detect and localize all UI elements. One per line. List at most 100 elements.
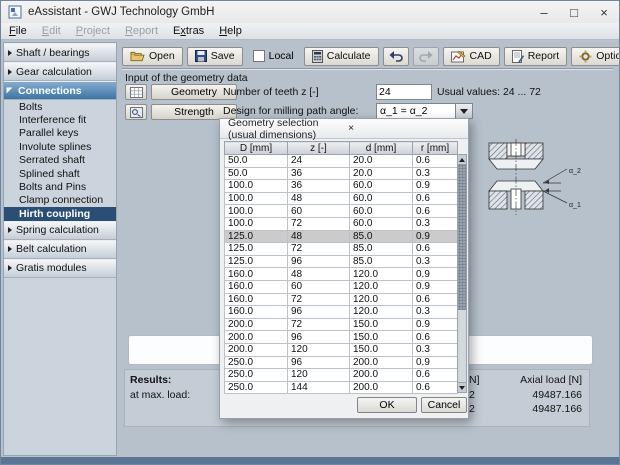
column-header-r-mm[interactable]: r [mm] bbox=[413, 142, 458, 155]
results-row-label: at max. load: bbox=[130, 389, 190, 401]
strength-icon-button[interactable] bbox=[125, 104, 147, 120]
table-row[interactable]: 160.096120.00.3 bbox=[225, 306, 458, 319]
hirth-coupling-diagram: α_2 α_1 bbox=[485, 139, 585, 239]
table-row[interactable]: 200.072150.00.9 bbox=[225, 318, 458, 331]
dialog-title-bar: Geometry selection (usual dimensions) × bbox=[220, 119, 468, 139]
column-header-d-mm[interactable]: d [mm] bbox=[350, 142, 413, 155]
scroll-down-icon[interactable] bbox=[458, 382, 466, 392]
column-header-z[interactable]: z [-] bbox=[288, 142, 350, 155]
table-scrollbar[interactable] bbox=[457, 154, 467, 393]
teeth-hint: Usual values: 24 ... 72 bbox=[437, 86, 541, 98]
input-step-label: Input of the geometry data bbox=[125, 72, 248, 84]
table-row[interactable]: 200.0120150.00.3 bbox=[225, 343, 458, 356]
minimize-button[interactable]: – bbox=[529, 1, 559, 23]
teeth-input[interactable]: 24 bbox=[376, 84, 432, 100]
alpha2-label: α_2 bbox=[569, 168, 581, 175]
options-label: Options bbox=[596, 50, 620, 62]
results-clipped-header: N] bbox=[469, 374, 480, 386]
table-row[interactable]: 160.060120.00.9 bbox=[225, 280, 458, 293]
sidebar-item-bolts[interactable]: Bolts bbox=[4, 100, 116, 113]
sidebar-item-belt-calculation[interactable]: Belt calculation bbox=[4, 240, 116, 259]
table-row[interactable]: 200.096150.00.6 bbox=[225, 331, 458, 344]
collapsed-triangle-icon bbox=[8, 50, 12, 56]
menu-project: Project bbox=[76, 25, 110, 37]
results-clipped-value: 2 bbox=[469, 403, 475, 415]
local-label: Local bbox=[269, 50, 294, 62]
table-row[interactable]: 100.06060.00.6 bbox=[225, 205, 458, 218]
save-disk-icon bbox=[195, 50, 207, 62]
sidebar-item-hirth-coupling[interactable]: Hirth coupling bbox=[4, 207, 116, 220]
table-row[interactable]: 250.0144200.00.6 bbox=[225, 381, 458, 394]
sidebar-item-interference-fit[interactable]: Interference fit bbox=[4, 113, 116, 126]
angle-combobox-value[interactable]: α_1 = α_2 bbox=[376, 103, 456, 119]
open-folder-icon bbox=[130, 50, 145, 62]
collapsed-triangle-icon bbox=[8, 265, 12, 271]
sidebar-item-clamp-connection[interactable]: Clamp connection bbox=[4, 194, 116, 207]
table-row[interactable]: 125.04885.00.9 bbox=[225, 230, 458, 243]
cad-button[interactable]: CAD bbox=[443, 47, 500, 66]
report-button[interactable]: Report bbox=[504, 47, 568, 66]
save-button[interactable]: Save bbox=[187, 47, 243, 66]
dialog-close-icon[interactable]: × bbox=[348, 123, 460, 134]
table-row[interactable]: 50.03620.00.3 bbox=[225, 167, 458, 180]
sidebar: Shaft / bearingsGear calculationConnecti… bbox=[3, 42, 117, 456]
open-button[interactable]: Open bbox=[122, 47, 183, 66]
sidebar-item-serrated-shaft[interactable]: Serrated shaft bbox=[4, 154, 116, 167]
menu-edit: Edit bbox=[42, 25, 61, 37]
geometry-icon-button[interactable] bbox=[125, 84, 147, 100]
menu-file[interactable]: File bbox=[9, 25, 27, 37]
sidebar-item-gear-calculation[interactable]: Gear calculation bbox=[4, 62, 116, 81]
cad-label: CAD bbox=[470, 50, 492, 62]
table-row[interactable]: 100.04860.00.6 bbox=[225, 192, 458, 205]
sidebar-item-connections[interactable]: Connections bbox=[4, 81, 116, 100]
column-header-d-mm[interactable]: D [mm] bbox=[225, 142, 288, 155]
menu-help[interactable]: Help bbox=[219, 25, 242, 37]
sidebar-item-gratis-modules[interactable]: Gratis modules bbox=[4, 259, 116, 278]
table-row[interactable]: 125.07285.00.6 bbox=[225, 243, 458, 256]
calculate-button[interactable]: Calculate bbox=[304, 47, 379, 66]
dialog-title: Geometry selection (usual dimensions) bbox=[228, 117, 340, 141]
table-row[interactable]: 100.07260.00.3 bbox=[225, 217, 458, 230]
scrollbar-thumb[interactable] bbox=[458, 164, 466, 310]
results-title: Results: bbox=[130, 374, 171, 386]
close-button[interactable]: × bbox=[589, 1, 619, 23]
table-row[interactable]: 250.096200.00.9 bbox=[225, 356, 458, 369]
sidebar-item-shaft-bearings[interactable]: Shaft / bearings bbox=[4, 43, 116, 62]
sidebar-item-parallel-keys[interactable]: Parallel keys bbox=[4, 127, 116, 140]
menu-bar: File Edit Project Report Extras Help bbox=[1, 23, 619, 40]
axial-load-value: 49487.166 bbox=[532, 403, 582, 415]
geometry-table: D [mm]z [-]d [mm]r [mm] 50.02420.00.650.… bbox=[224, 141, 458, 394]
local-checkbox[interactable] bbox=[253, 50, 265, 62]
table-row[interactable]: 50.02420.00.6 bbox=[225, 155, 458, 168]
table-row[interactable]: 100.03660.00.9 bbox=[225, 180, 458, 193]
redo-icon bbox=[418, 50, 434, 62]
local-checkbox-group[interactable]: Local bbox=[253, 50, 294, 62]
maximize-button[interactable]: □ bbox=[559, 1, 589, 23]
sidebar-item-spring-calculation[interactable]: Spring calculation bbox=[4, 221, 116, 240]
title-bar: eAssistant - GWJ Technology GmbH – □ × bbox=[1, 1, 619, 24]
options-button[interactable]: Options bbox=[571, 47, 620, 66]
table-row[interactable]: 160.048120.00.9 bbox=[225, 268, 458, 281]
angle-combobox[interactable]: α_1 = α_2 bbox=[376, 103, 473, 119]
undo-button[interactable] bbox=[383, 47, 409, 66]
angle-combobox-arrow[interactable] bbox=[456, 103, 473, 119]
table-row[interactable]: 125.09685.00.3 bbox=[225, 255, 458, 268]
table-row[interactable]: 250.0120200.00.6 bbox=[225, 369, 458, 382]
ok-button[interactable]: OK bbox=[357, 397, 417, 413]
sidebar-item-involute-splines[interactable]: Involute splines bbox=[4, 140, 116, 153]
cancel-button[interactable]: Cancel bbox=[421, 397, 467, 413]
window-title: eAssistant - GWJ Technology GmbH bbox=[28, 6, 214, 18]
sidebar-item-splined-shaft[interactable]: Splined shaft bbox=[4, 167, 116, 180]
window-bottom-bar bbox=[1, 457, 619, 464]
menu-report: Report bbox=[125, 25, 158, 37]
geometry-table-body: 50.02420.00.650.03620.00.3100.03660.00.9… bbox=[225, 155, 458, 394]
table-row[interactable]: 160.072120.00.6 bbox=[225, 293, 458, 306]
strength-icon bbox=[130, 107, 143, 118]
geometry-table-header[interactable]: D [mm]z [-]d [mm]r [mm] bbox=[225, 142, 458, 155]
calculate-label: Calculate bbox=[327, 50, 371, 62]
menu-extras[interactable]: Extras bbox=[173, 25, 204, 37]
sidebar-item-bolts-and-pins[interactable]: Bolts and Pins bbox=[4, 180, 116, 193]
options-tool-icon bbox=[579, 50, 592, 63]
report-label: Report bbox=[528, 50, 560, 62]
toolbar-separator bbox=[122, 68, 613, 69]
